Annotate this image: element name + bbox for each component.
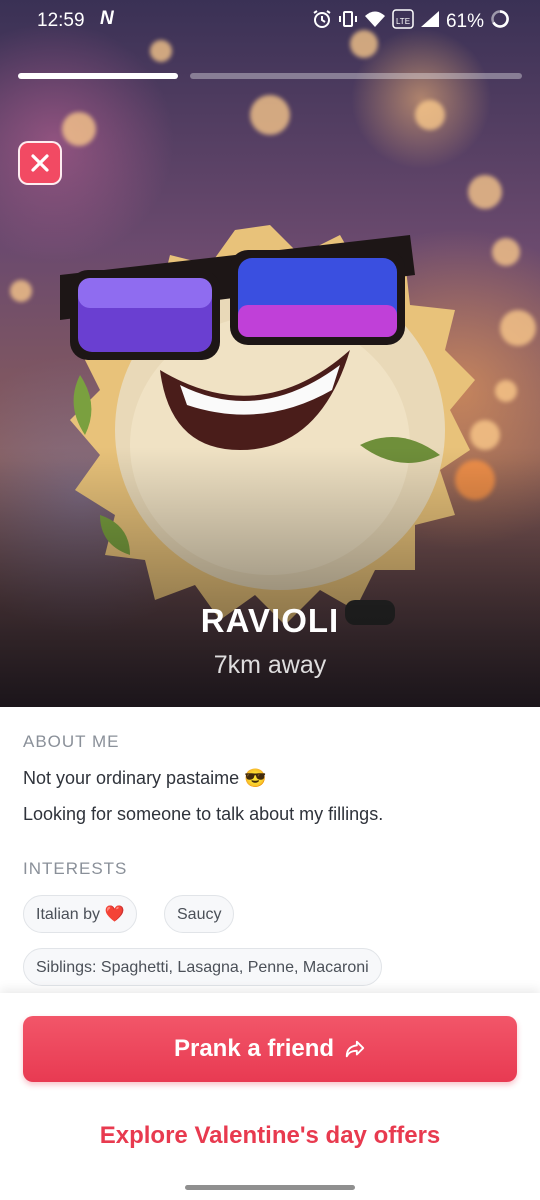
- wifi-icon: [364, 10, 386, 34]
- interests-heading: INTERESTS: [23, 859, 128, 878]
- home-indicator[interactable]: [185, 1185, 355, 1190]
- battery-icon: [490, 9, 510, 35]
- signal-icon: [420, 10, 440, 34]
- explore-valentines-offers-link[interactable]: Explore Valentine's day offers: [0, 1122, 540, 1150]
- svg-text:LTE: LTE: [396, 17, 410, 26]
- vibrate-icon: [338, 9, 358, 35]
- prank-button-label: Prank a friend: [173, 1035, 335, 1062]
- status-icons: LTE 61%: [312, 9, 510, 35]
- status-bar: 12:59 N LTE 61%: [0, 0, 540, 40]
- about-line-2: Looking for someone to talk about my fil…: [23, 804, 384, 824]
- volte-icon: LTE: [392, 9, 414, 35]
- story-progress-inactive: [190, 73, 522, 79]
- notification-icon: N: [100, 8, 114, 29]
- about-line-1: Not your ordinary pastaime 😎: [23, 768, 267, 788]
- share-arrow-icon: [345, 1040, 365, 1058]
- profile-photo: [0, 0, 540, 707]
- alarm-icon: [312, 9, 332, 35]
- profile-distance: 7km away: [213, 651, 327, 679]
- close-icon: [31, 154, 49, 172]
- close-button[interactable]: [18, 141, 62, 185]
- story-progress-active: [18, 73, 178, 79]
- interest-chip: Saucy: [164, 895, 235, 933]
- battery-percent: 61%: [445, 11, 484, 32]
- interest-chip: Siblings: Spaghetti, Lasagna, Penne, Mac…: [23, 948, 382, 986]
- status-time: 12:59: [37, 10, 85, 31]
- profile-name: RAVIOLI: [200, 602, 340, 639]
- prank-a-friend-button[interactable]: Prank a friend: [23, 1016, 517, 1082]
- about-me-heading: ABOUT ME: [23, 732, 120, 751]
- interest-chip: Italian by ❤️: [23, 895, 138, 933]
